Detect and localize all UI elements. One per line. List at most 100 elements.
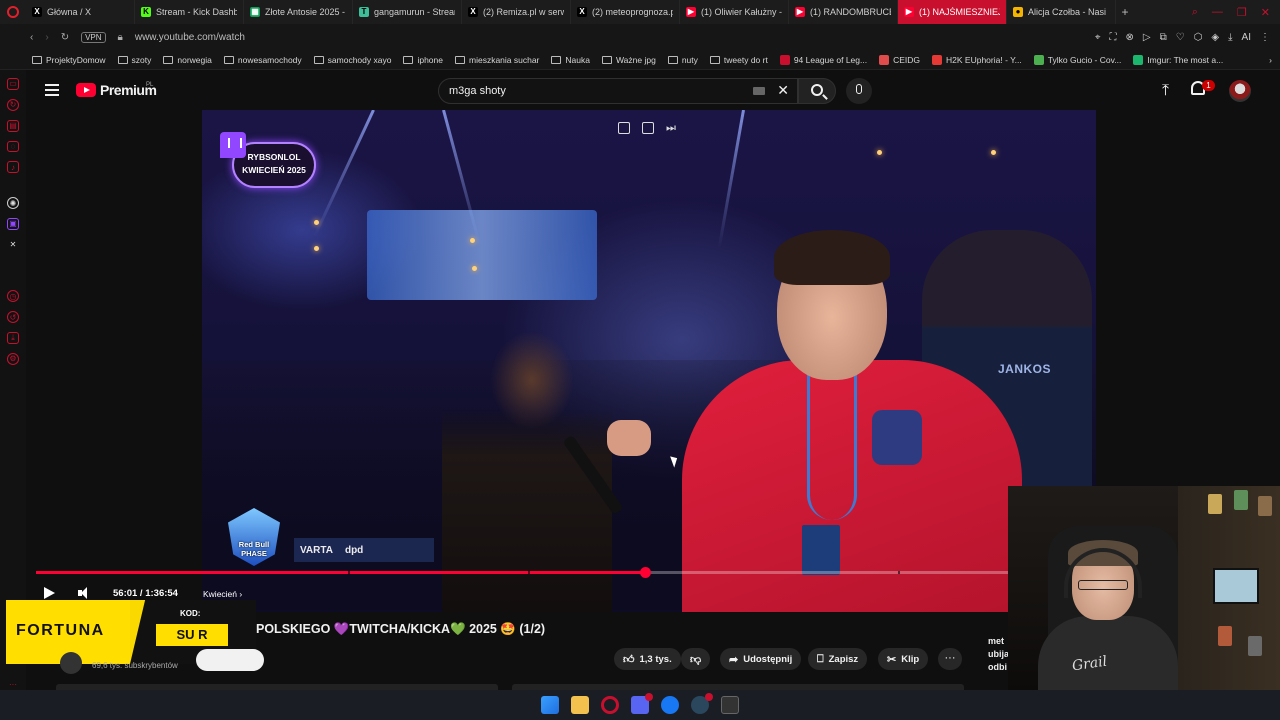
history-icon[interactable]: ↻ [7, 98, 19, 111]
maximize-button[interactable]: ❐ [1237, 6, 1247, 19]
clock-icon[interactable]: ◷ [7, 290, 19, 303]
x-icon: X [468, 7, 478, 17]
dislike-button[interactable]: 👎︎ [681, 648, 711, 670]
bookmark-folder[interactable]: mieszkania suchar [455, 55, 539, 65]
voice-search-button[interactable] [846, 78, 872, 104]
forward-button[interactable]: › [45, 32, 48, 43]
back-button[interactable]: ‹ [30, 32, 33, 43]
scrubber-handle[interactable] [640, 567, 651, 578]
close-window-button[interactable]: ✕ [1261, 6, 1270, 19]
windows-start-icon[interactable] [541, 696, 559, 714]
bookmark-pin-icon[interactable]: ⌖ [1095, 32, 1101, 43]
youtube-logo[interactable]: Premium [76, 82, 157, 98]
chapter-title[interactable]: Kwiecień › [203, 589, 242, 599]
minimize-button[interactable]: — [1212, 6, 1223, 19]
browser-tab[interactable]: ● Alicja Czołba - Nasi p [1007, 0, 1116, 24]
sidebar-video-snippet[interactable]: met ubija odbi [988, 635, 1009, 674]
sidebar-more-icon[interactable]: ··· [7, 678, 19, 690]
video-player[interactable]: JANKOS RYBSONLOL KWIECIEŃ 2025 ⏭ VARTA d… [202, 110, 1096, 612]
discord-icon[interactable] [631, 693, 653, 714]
bookmark-folder[interactable]: tweety do rt [709, 55, 768, 65]
url-field[interactable]: www.youtube.com/watch [135, 32, 245, 43]
bookmark-folder[interactable]: nowesamochody [223, 55, 302, 65]
whatsapp-icon[interactable]: ◌ [7, 140, 19, 153]
browser-tab[interactable]: ▶ (1) Oliwier Kałużny - Y [680, 0, 789, 24]
more-actions-button[interactable]: ··· [938, 648, 962, 670]
reload-button[interactable]: ↻ [61, 32, 69, 43]
channel-avatar[interactable] [60, 652, 82, 674]
new-tab-button[interactable]: + [1116, 5, 1134, 19]
file-explorer-icon[interactable] [571, 696, 589, 714]
settings-icon[interactable]: ⚙ [7, 352, 19, 365]
search-button[interactable] [798, 78, 836, 104]
cast-icon[interactable] [642, 122, 654, 134]
browser-tab[interactable]: ▶ (1) NAJŚMIESZNIEJSZE M [898, 0, 1007, 24]
keyboard-icon[interactable] [753, 87, 765, 95]
play-icon[interactable]: ▷ [1143, 32, 1151, 43]
browser-menu-icon[interactable]: ⋮ [1260, 32, 1270, 43]
bookmark-folder[interactable]: norwegia [163, 55, 212, 65]
bookmark-folder[interactable]: samochody xayo [313, 55, 391, 65]
downloads-sidebar-icon[interactable]: ⤓ [7, 331, 19, 344]
skip-next-icon[interactable]: ⏭ [666, 122, 678, 134]
extensions-icon[interactable]: ⬡ [1194, 32, 1203, 43]
search-tabs-icon[interactable]: ⌕ [1192, 6, 1198, 19]
vpn-badge[interactable]: VPN [81, 32, 106, 43]
clear-search-icon[interactable]: ✕ [777, 82, 789, 99]
subscribe-button[interactable] [196, 649, 264, 671]
copy-icon[interactable]: ⧉ [1160, 32, 1167, 43]
guide-menu-icon[interactable] [45, 84, 59, 96]
browser-tab[interactable]: ▦ Złote Antosie 2025 - / [244, 0, 353, 24]
progress-bar[interactable] [36, 567, 1008, 578]
music-icon[interactable]: ♪ [7, 161, 19, 174]
wallet-icon[interactable]: ◈ [1211, 32, 1219, 43]
save-button[interactable]: ⎕ Zapisz [808, 648, 868, 670]
account-avatar[interactable] [1229, 80, 1251, 102]
heart-icon[interactable]: ♡ [1176, 32, 1185, 43]
clip-button[interactable]: ✂ Klip [878, 648, 929, 670]
bookmark-link[interactable]: 94 League of Leg... [779, 55, 867, 65]
lock-icon[interactable]: 🔒︎ [118, 32, 123, 43]
bookmark-link[interactable]: CEIDG [879, 55, 920, 65]
facebook-icon[interactable] [661, 696, 679, 714]
bookmark-folder[interactable]: ProjektyDomow [32, 55, 106, 65]
terminal-icon[interactable] [721, 696, 739, 714]
twitch-icon[interactable]: ▣ [7, 217, 19, 230]
bookmark-link[interactable]: Tylko Gucio - Cov... [1033, 55, 1121, 65]
volume-icon[interactable] [78, 587, 88, 600]
opera-gx-taskbar-icon[interactable] [601, 696, 619, 714]
share-button[interactable]: ➦ Udostępnij [720, 648, 802, 670]
bookmarks-overflow-icon[interactable]: › [1269, 55, 1280, 65]
x-twitter-icon[interactable]: ✕ [7, 239, 19, 251]
adblock-icon[interactable]: ⊗ [1125, 32, 1133, 43]
pinboards-icon[interactable]: ↺ [7, 311, 19, 323]
opera-menu-icon[interactable] [0, 0, 26, 24]
like-button[interactable]: 👍︎ 1,3 tys. [614, 648, 681, 670]
bookmark-folder[interactable]: szoty [117, 55, 151, 65]
wallet-sidebar-icon[interactable]: ▤ [7, 119, 19, 132]
bookmark-link[interactable]: Imgur: The most a... [1133, 55, 1223, 65]
miniplayer-icon[interactable] [618, 122, 630, 134]
bookmark-folder[interactable]: iphone [403, 55, 443, 65]
download-icon[interactable]: ⤓ [1228, 32, 1232, 43]
site-favicon-icon [1033, 55, 1044, 65]
play-button[interactable] [44, 587, 55, 599]
bookmark-link[interactable]: H2K EUphoria! - Y... [932, 55, 1022, 65]
bookmark-folder[interactable]: Nauka [551, 55, 590, 65]
browser-tab[interactable]: Tgangamurun - Stream [353, 0, 462, 24]
browser-tab[interactable]: K Stream - Kick Dashbo [135, 0, 244, 24]
browser-tab[interactable]: ▶ (1) RANDOMBRUCE u [789, 0, 898, 24]
browser-tab[interactable]: X Główna / X [26, 0, 135, 24]
screenshot-icon[interactable]: ⛶ [1109, 32, 1116, 43]
steam-icon[interactable] [691, 693, 713, 714]
messenger-icon[interactable]: ▭ [7, 78, 19, 90]
chatgpt-icon[interactable]: ✺ [7, 197, 19, 209]
ai-button[interactable]: AI [1242, 32, 1251, 43]
browser-tab[interactable]: X (2) meteoprognoza.pl [571, 0, 680, 24]
scissors-icon: ✂ [887, 653, 897, 666]
create-upload-icon[interactable]: ⤒ [1162, 82, 1169, 100]
browser-tab[interactable]: X (2) Remiza.pl w serwi [462, 0, 571, 24]
bookmark-folder[interactable]: nuty [667, 55, 698, 65]
search-input[interactable]: m3ga shoty ✕ [438, 78, 798, 104]
bookmark-folder[interactable]: Ważne jpg [601, 55, 656, 65]
